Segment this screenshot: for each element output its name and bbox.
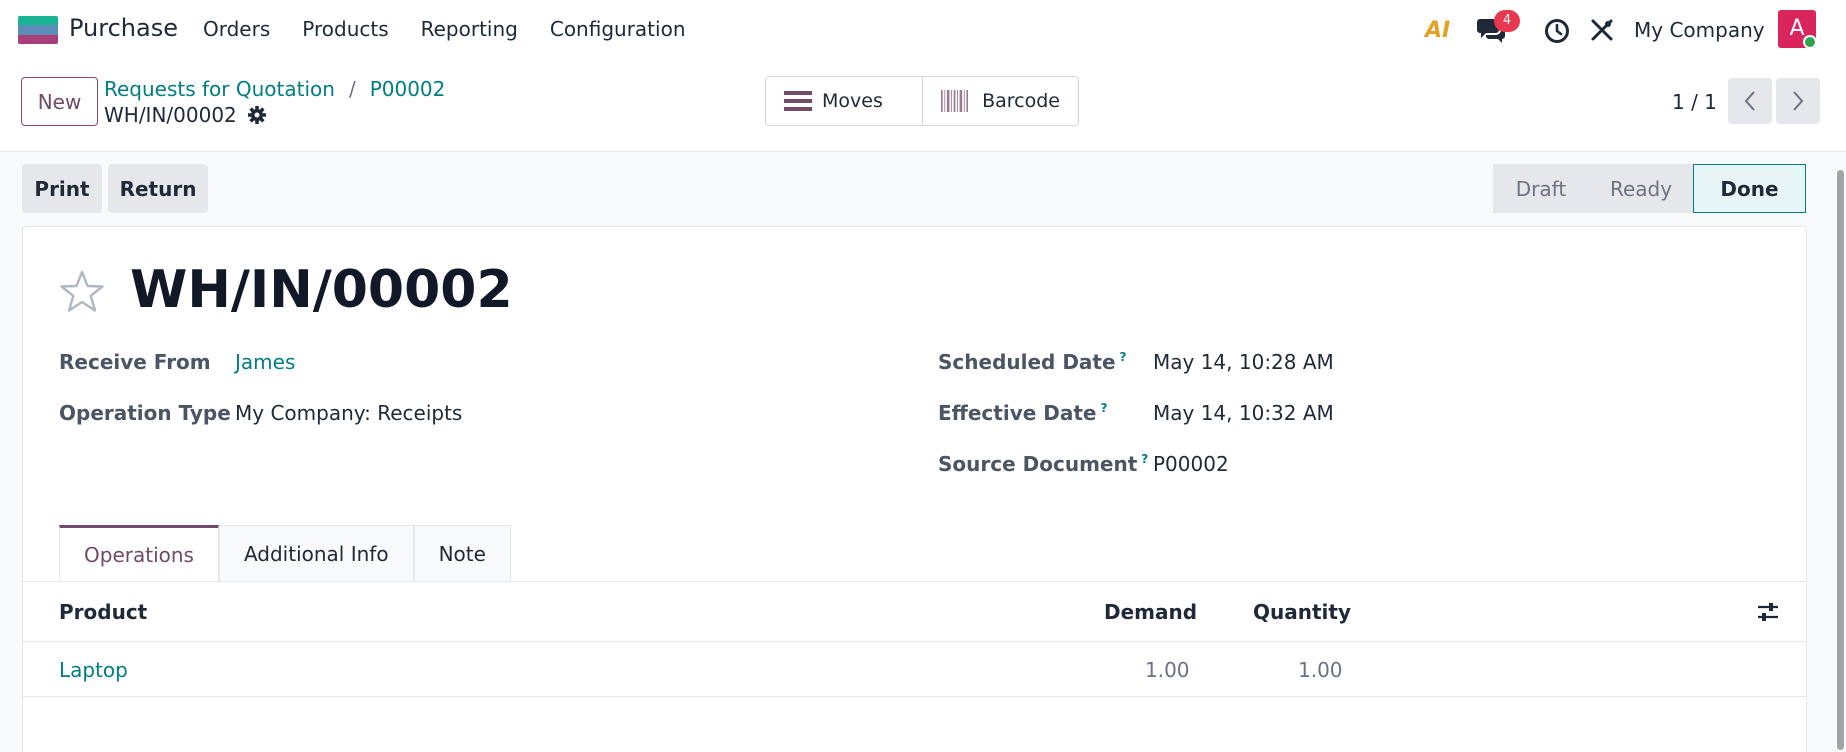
tab-operations[interactable]: Operations xyxy=(59,525,219,582)
scrollbar[interactable] xyxy=(1834,152,1846,752)
breadcrumb-separator: / xyxy=(348,77,356,101)
column-header-demand[interactable]: Demand xyxy=(1104,600,1197,624)
column-header-product[interactable]: Product xyxy=(59,600,147,624)
operation-type-label: Operation Type xyxy=(59,401,231,425)
app-logo-icon[interactable] xyxy=(18,16,58,44)
menu-configuration[interactable]: Configuration xyxy=(550,17,686,41)
notification-badge: 4 xyxy=(1494,10,1520,32)
star-icon[interactable] xyxy=(58,268,106,316)
scheduled-date-label-text: Scheduled Date xyxy=(938,350,1116,374)
pager-value[interactable]: 1 / 1 xyxy=(1672,90,1717,114)
record-name-label: WH/IN/00002 xyxy=(104,103,237,127)
scheduled-date-label: Scheduled Date? xyxy=(938,350,1127,374)
column-header-quantity[interactable]: Quantity xyxy=(1253,600,1351,624)
receive-from-label: Receive From xyxy=(59,350,211,374)
source-document-label-text: Source Document xyxy=(938,452,1138,476)
header-divider xyxy=(23,641,1806,642)
barcode-icon xyxy=(941,89,969,113)
barcode-label: Barcode xyxy=(982,90,1060,112)
demand-cell[interactable]: 1.00 xyxy=(1145,658,1190,682)
effective-date-label-text: Effective Date xyxy=(938,401,1097,425)
breadcrumb-rfq[interactable]: Requests for Quotation xyxy=(104,77,335,101)
smart-buttons: Moves Barcode xyxy=(765,76,1079,126)
source-document-value[interactable]: P00002 xyxy=(1153,452,1229,476)
operation-type-value[interactable]: My Company: Receipts xyxy=(235,401,462,425)
new-button[interactable]: New xyxy=(21,77,98,126)
barcode-button[interactable]: Barcode xyxy=(922,77,1078,125)
presence-status-icon xyxy=(1803,35,1817,49)
tab-additional-info[interactable]: Additional Info xyxy=(218,525,414,582)
status-draft[interactable]: Draft xyxy=(1493,164,1589,213)
help-icon[interactable]: ? xyxy=(1120,350,1127,364)
main-menu: Orders Products Reporting Configuration xyxy=(203,17,718,41)
tab-divider xyxy=(23,581,1806,582)
record-title: WH/IN/00002 xyxy=(130,260,513,320)
help-icon[interactable]: ? xyxy=(1141,452,1148,466)
tab-note[interactable]: Note xyxy=(413,525,511,582)
breadcrumb-po[interactable]: P00002 xyxy=(370,77,446,101)
pager-next-button[interactable] xyxy=(1776,78,1820,124)
list-icon xyxy=(784,91,812,111)
moves-label: Moves xyxy=(822,90,883,112)
company-switcher[interactable]: My Company xyxy=(1634,18,1765,42)
tools-icon[interactable] xyxy=(1590,18,1614,42)
product-cell[interactable]: Laptop xyxy=(59,658,128,682)
chevron-left-icon xyxy=(1744,91,1755,111)
source-document-label: Source Document? xyxy=(938,452,1148,476)
status-done[interactable]: Done xyxy=(1693,164,1806,213)
clock-icon[interactable] xyxy=(1544,18,1570,44)
pager-previous-button[interactable] xyxy=(1728,78,1772,124)
row-divider xyxy=(23,696,1806,697)
control-panel: New Requests for Quotation / P00002 WH/I… xyxy=(0,60,1846,152)
gear-icon[interactable] xyxy=(247,105,267,125)
quantity-cell[interactable]: 1.00 xyxy=(1298,658,1343,682)
status-bar: Draft Ready Done xyxy=(1493,164,1806,213)
scheduled-date-value[interactable]: May 14, 10:28 AM xyxy=(1153,350,1334,374)
receive-from-value[interactable]: James xyxy=(235,350,295,374)
app-name[interactable]: Purchase xyxy=(69,14,178,42)
menu-reporting[interactable]: Reporting xyxy=(421,17,518,41)
moves-button[interactable]: Moves xyxy=(766,77,922,125)
top-navbar: Purchase Orders Products Reporting Confi… xyxy=(0,0,1846,60)
chevron-right-icon xyxy=(1793,91,1804,111)
status-ready[interactable]: Ready xyxy=(1589,164,1693,213)
current-record: WH/IN/00002 xyxy=(104,103,267,127)
print-button[interactable]: Print xyxy=(22,164,102,213)
optional-columns-icon[interactable] xyxy=(1756,601,1780,623)
effective-date-label: Effective Date? xyxy=(938,401,1107,425)
ai-icon[interactable]: AI xyxy=(1425,18,1450,43)
notebook-tabs: Operations Additional Info Note xyxy=(59,525,511,582)
scrollbar-thumb[interactable] xyxy=(1837,170,1844,750)
effective-date-value[interactable]: May 14, 10:32 AM xyxy=(1153,401,1334,425)
menu-products[interactable]: Products xyxy=(302,17,388,41)
menu-orders[interactable]: Orders xyxy=(203,17,270,41)
help-icon[interactable]: ? xyxy=(1101,401,1108,415)
breadcrumb: Requests for Quotation / P00002 xyxy=(104,77,445,101)
ai-label: AI xyxy=(1425,18,1451,43)
pager-buttons xyxy=(1728,78,1820,124)
return-button[interactable]: Return xyxy=(108,164,208,213)
